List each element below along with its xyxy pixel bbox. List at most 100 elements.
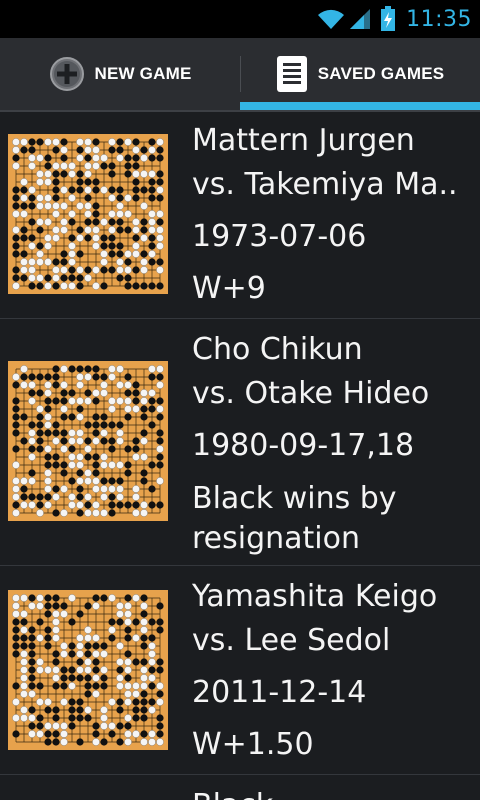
tab-saved-games[interactable]: SAVED GAMES (240, 38, 480, 110)
black-stone (100, 234, 108, 242)
white-stone (76, 138, 84, 146)
white-stone (132, 730, 140, 738)
black-stone (100, 477, 108, 485)
black-stone (156, 178, 164, 186)
white-stone (92, 634, 100, 642)
black-stone (60, 397, 68, 405)
white-stone (132, 170, 140, 178)
black-stone (92, 210, 100, 218)
black-player: Cho Chikun (192, 332, 363, 367)
black-stone (148, 461, 156, 469)
black-stone (92, 461, 100, 469)
white-stone (92, 674, 100, 682)
black-stone (148, 666, 156, 674)
list-item[interactable]: Yamashita Keigo vs. Lee Sedol 2011-12-14… (0, 566, 480, 775)
white-stone (116, 202, 124, 210)
black-stone (76, 658, 84, 666)
white-stone (68, 501, 76, 509)
white-stone (76, 501, 84, 509)
black-stone (68, 445, 76, 453)
black-stone (12, 266, 20, 274)
white-stone (60, 282, 68, 290)
black-stone (116, 274, 124, 282)
black-stone (116, 666, 124, 674)
white-stone (44, 666, 52, 674)
white-stone (12, 485, 20, 493)
white-stone (44, 469, 52, 477)
black-stone (108, 242, 116, 250)
black-stone (124, 626, 132, 634)
tab-new-game[interactable]: NEW GAME (0, 38, 240, 110)
black-stone (132, 397, 140, 405)
black-stone (20, 186, 28, 194)
white-stone (100, 461, 108, 469)
white-stone (44, 282, 52, 290)
white-stone (108, 698, 116, 706)
white-stone (124, 610, 132, 618)
black-stone (92, 682, 100, 690)
black-stone (52, 421, 60, 429)
black-stone (140, 706, 148, 714)
white-stone (68, 594, 76, 602)
black-stone (44, 397, 52, 405)
black-stone (20, 485, 28, 493)
black-stone (12, 242, 20, 250)
white-stone (28, 714, 36, 722)
white-stone (52, 138, 60, 146)
black-stone (84, 453, 92, 461)
white-stone (100, 154, 108, 162)
black-stone (52, 373, 60, 381)
white-stone (76, 642, 84, 650)
black-stone (140, 698, 148, 706)
black-stone (52, 365, 60, 373)
black-stone (108, 493, 116, 501)
black-player: Yamashita Keigo (192, 579, 438, 614)
black-stone (108, 162, 116, 170)
black-stone (28, 626, 36, 634)
white-stone (124, 618, 132, 626)
white-stone (60, 266, 68, 274)
black-stone (36, 618, 44, 626)
black-stone (84, 682, 92, 690)
list-item[interactable]: Cho Chikun vs. Otake Hideo 1980-09-17,18… (0, 319, 480, 566)
black-stone (108, 618, 116, 626)
game-date: 2011-12-14 (192, 675, 367, 710)
list-item[interactable]: Black (0, 775, 480, 800)
black-stone (60, 469, 68, 477)
white-stone (44, 194, 52, 202)
white-stone (116, 610, 124, 618)
white-stone (76, 453, 84, 461)
black-player: Black (192, 787, 470, 800)
white-stone (132, 682, 140, 690)
white-stone (100, 381, 108, 389)
list-item[interactable]: Mattern Jurgen vs. Takemiya Ma.. 1973-07… (0, 112, 480, 319)
black-stone (148, 186, 156, 194)
black-stone (108, 250, 116, 258)
black-stone (12, 381, 20, 389)
white-stone (84, 162, 92, 170)
white-stone (124, 266, 132, 274)
white-stone (116, 461, 124, 469)
white-stone (140, 453, 148, 461)
black-stone (36, 714, 44, 722)
white-stone (76, 266, 84, 274)
black-stone (148, 501, 156, 509)
black-stone (116, 698, 124, 706)
saved-games-list[interactable]: Mattern Jurgen vs. Takemiya Ma.. 1973-07… (0, 112, 480, 800)
black-stone (28, 634, 36, 642)
white-stone (116, 266, 124, 274)
black-stone (36, 682, 44, 690)
black-stone (92, 722, 100, 730)
black-stone (76, 170, 84, 178)
white-stone (140, 170, 148, 178)
white-stone (36, 666, 44, 674)
black-stone (44, 405, 52, 413)
white-stone (156, 477, 164, 485)
black-stone (68, 413, 76, 421)
black-stone (20, 234, 28, 242)
black-stone (52, 453, 60, 461)
white-stone (92, 226, 100, 234)
black-stone (84, 602, 92, 610)
white-stone (60, 485, 68, 493)
black-stone (20, 226, 28, 234)
